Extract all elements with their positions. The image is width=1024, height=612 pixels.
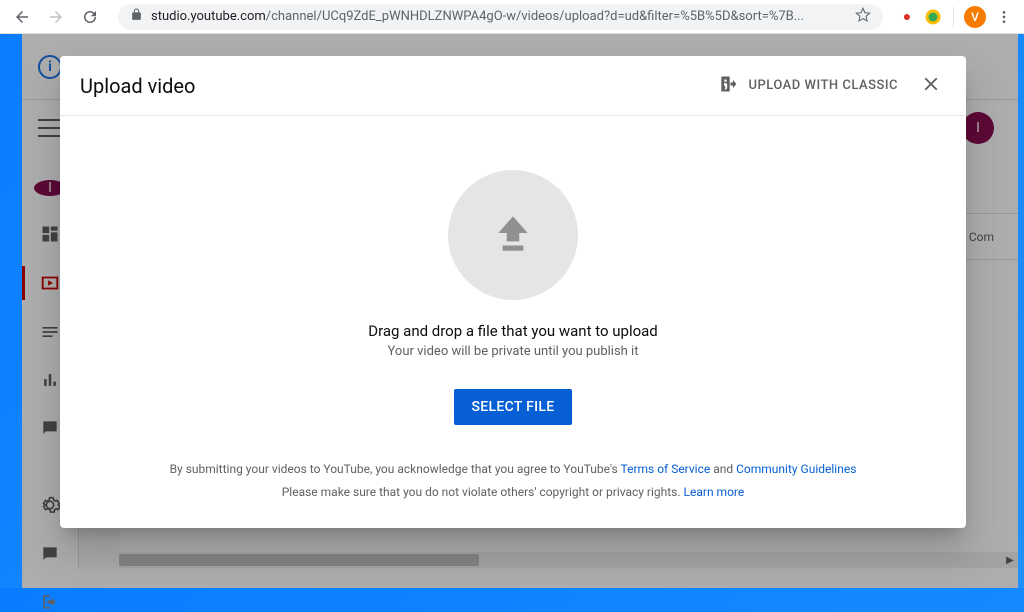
modal-title: Upload video: [80, 74, 195, 98]
bookmark-star-icon[interactable]: [855, 7, 871, 27]
close-icon: [920, 73, 942, 95]
terms-link[interactable]: Terms of Service: [621, 462, 711, 476]
lock-icon: [130, 8, 143, 25]
footer-text-2: Please make sure that you do not violate…: [282, 485, 684, 499]
footer-text-1: By submitting your videos to YouTube, yo…: [170, 462, 621, 476]
reload-button[interactable]: [76, 3, 104, 31]
guidelines-link[interactable]: Community Guidelines: [736, 462, 856, 476]
upload-arrow-icon: [488, 208, 538, 262]
upload-dropzone[interactable]: Drag and drop a file that you want to up…: [60, 116, 966, 440]
close-button[interactable]: [916, 69, 946, 103]
learn-more-link[interactable]: Learn more: [684, 485, 745, 499]
drag-drop-text: Drag and drop a file that you want to up…: [368, 322, 658, 340]
back-button[interactable]: [8, 3, 36, 31]
select-file-button[interactable]: SELECT FILE: [454, 389, 573, 425]
upload-circle: [448, 170, 578, 300]
exit-door-icon: [718, 74, 738, 98]
modal-footer: By submitting your videos to YouTube, yo…: [60, 440, 966, 528]
upload-classic-label: UPLOAD WITH CLASSIC: [748, 78, 898, 93]
url-text: studio.youtube.com/channel/UCq9ZdE_pWNHD…: [151, 9, 804, 24]
extension-icon-2[interactable]: [923, 7, 943, 27]
modal-header: Upload video UPLOAD WITH CLASSIC: [60, 56, 966, 116]
browser-toolbar: studio.youtube.com/channel/UCq9ZdE_pWNHD…: [0, 0, 1024, 34]
upload-classic-button[interactable]: UPLOAD WITH CLASSIC: [718, 74, 898, 98]
divider: [953, 7, 954, 27]
chrome-menu-icon[interactable]: [992, 9, 1016, 25]
forward-button[interactable]: [42, 3, 70, 31]
classic-exit-icon[interactable]: [38, 592, 62, 612]
extension-icon-1[interactable]: ●: [897, 7, 917, 27]
profile-avatar[interactable]: V: [964, 6, 986, 28]
address-bar[interactable]: studio.youtube.com/channel/UCq9ZdE_pWNHD…: [118, 4, 883, 30]
footer-and: and: [710, 462, 736, 476]
upload-video-modal: Upload video UPLOAD WITH CLASSIC Drag an…: [60, 56, 966, 528]
privacy-note: Your video will be private until you pub…: [388, 344, 639, 359]
